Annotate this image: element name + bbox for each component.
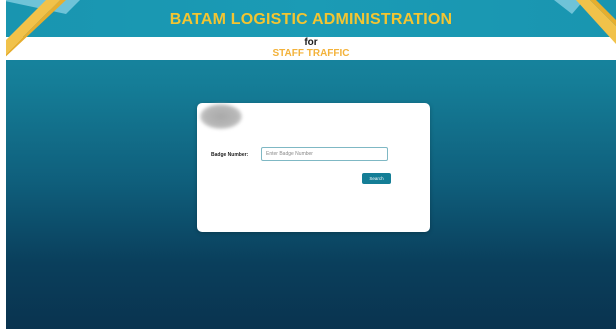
search-button[interactable]: Search xyxy=(362,173,391,184)
page-background: BATAM LOGISTIC ADMINISTRATION for STAFF … xyxy=(6,0,616,329)
page-title: BATAM LOGISTIC ADMINISTRATION xyxy=(169,11,453,28)
blurred-logo-icon xyxy=(200,104,242,129)
subtitle-for: for xyxy=(304,37,318,48)
corner-ribbon-right-icon xyxy=(554,0,616,44)
badge-number-input[interactable] xyxy=(261,147,388,161)
subtitle-staff-traffic: STAFF TRAFFIC xyxy=(272,48,350,59)
login-card: Badge Number: Search xyxy=(197,103,430,232)
badge-number-label: Badge Number: xyxy=(211,152,249,158)
corner-ribbon-left-icon xyxy=(6,0,80,57)
